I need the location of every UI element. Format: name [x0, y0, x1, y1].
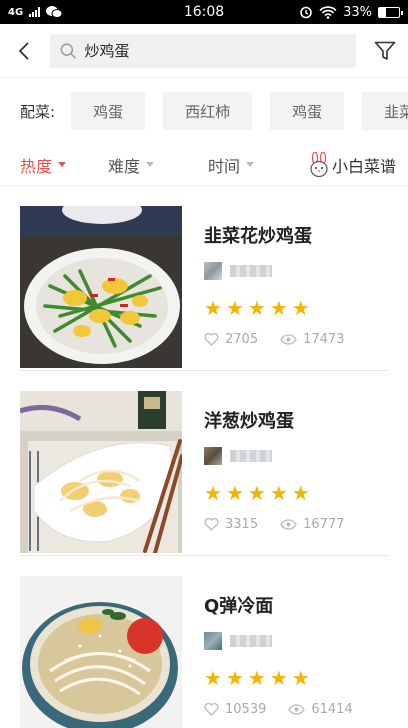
sort-time[interactable]: 时间 — [208, 153, 292, 177]
battery-icon — [378, 6, 403, 18]
battery-percent: 33% — [343, 4, 372, 20]
eye-icon — [280, 334, 297, 345]
search-icon — [60, 42, 77, 59]
recipe-author — [204, 262, 388, 280]
star-icon: ★ — [247, 666, 266, 690]
chat-icon — [46, 6, 63, 18]
star-icon: ★ — [225, 296, 244, 320]
rating-stars: ★ ★ ★ ★ ★ — [204, 668, 388, 688]
recipe-list: 韭菜花炒鸡蛋 ★ ★ ★ ★ ★ 2705 17473 洋葱炒鸡蛋 ★ ★ ★ … — [0, 186, 408, 728]
recipe-photo — [20, 391, 182, 553]
star-icon: ★ — [291, 666, 310, 690]
search-box[interactable] — [50, 33, 356, 68]
status-bar: 4G 16:08 33% — [0, 0, 408, 24]
star-icon: ★ — [269, 481, 288, 505]
view-count: 17473 — [303, 332, 345, 347]
sort-popularity[interactable]: 热度 — [20, 153, 108, 177]
signal-icon — [29, 7, 41, 17]
avatar — [204, 447, 222, 465]
wifi-icon — [319, 5, 337, 19]
rating-stars: ★ ★ ★ ★ ★ — [204, 298, 388, 318]
recipe-card[interactable]: 韭菜花炒鸡蛋 ★ ★ ★ ★ ★ 2705 17473 — [20, 186, 388, 371]
beginner-recipes-button[interactable]: 小白菜谱 — [308, 151, 396, 178]
recipe-photo — [20, 576, 182, 728]
recipe-stats: 10539 61414 — [204, 702, 388, 717]
recipe-title: 洋葱炒鸡蛋 — [204, 411, 294, 432]
author-name-blurred — [230, 635, 272, 647]
filter-icon — [374, 41, 396, 60]
sort-difficulty-label: 难度 — [108, 156, 141, 176]
star-icon: ★ — [247, 481, 266, 505]
like-count: 2705 — [225, 332, 259, 347]
star-icon: ★ — [204, 666, 222, 690]
star-icon: ★ — [269, 666, 288, 690]
recipe-stats: 3315 16777 — [204, 517, 388, 532]
heart-icon — [204, 703, 219, 716]
star-icon: ★ — [247, 296, 266, 320]
battery-level — [379, 7, 386, 17]
ingredient-chip[interactable]: 西红柿 — [163, 92, 253, 130]
network-type: 4G — [8, 6, 24, 18]
triangle-down-icon — [246, 162, 255, 167]
network-indicator: 4G — [8, 5, 63, 19]
star-icon: ★ — [225, 481, 244, 505]
author-name-blurred — [230, 450, 272, 462]
rabbit-icon — [310, 151, 328, 177]
view-count: 16777 — [303, 517, 345, 532]
heart-icon — [204, 518, 219, 531]
star-icon: ★ — [269, 296, 288, 320]
sort-popularity-label: 热度 — [20, 156, 53, 176]
author-name-blurred — [230, 265, 272, 277]
recipe-stats: 2705 17473 — [204, 332, 388, 347]
ingredient-chip[interactable]: 鸡蛋 — [270, 92, 345, 130]
back-button[interactable] — [10, 37, 38, 65]
chevron-left-icon — [18, 41, 29, 60]
recipe-card[interactable]: Q弹冷面 ★ ★ ★ ★ ★ 10539 61414 — [20, 556, 388, 728]
recipe-author — [204, 632, 388, 650]
ingredient-filter: 配菜: 鸡蛋 西红柿 鸡蛋 韭菜花 — [0, 78, 408, 144]
recipe-author — [204, 447, 388, 465]
recipe-card[interactable]: 洋葱炒鸡蛋 ★ ★ ★ ★ ★ 3315 16777 — [20, 371, 388, 556]
avatar — [204, 262, 222, 280]
sort-bar: 热度 难度 时间 小白菜谱 — [0, 144, 408, 186]
eye-icon — [288, 704, 306, 715]
star-icon: ★ — [291, 481, 310, 505]
filter-button[interactable] — [370, 36, 400, 66]
sort-time-label: 时间 — [208, 156, 241, 176]
ingredient-chip[interactable]: 鸡蛋 — [71, 92, 146, 130]
rating-stars: ★ ★ ★ ★ ★ — [204, 483, 388, 503]
star-icon: ★ — [225, 666, 244, 690]
like-count: 3315 — [225, 517, 259, 532]
star-icon: ★ — [291, 296, 310, 320]
sort-difficulty[interactable]: 难度 — [108, 153, 208, 177]
alarm-icon — [300, 6, 312, 19]
triangle-down-icon — [58, 162, 67, 167]
clock: 16:08 — [183, 4, 225, 20]
recipe-title: Q弹冷面 — [204, 596, 274, 617]
like-count: 10539 — [225, 702, 267, 717]
heart-icon — [204, 333, 219, 346]
search-input[interactable] — [84, 41, 346, 60]
star-icon: ★ — [204, 481, 222, 505]
view-count: 61414 — [311, 702, 353, 717]
triangle-down-icon — [146, 162, 155, 167]
search-header — [0, 24, 408, 78]
ingredient-chip[interactable]: 韭菜花 — [362, 92, 408, 130]
recipe-photo — [20, 206, 182, 368]
recipe-title: 韭菜花炒鸡蛋 — [204, 226, 312, 247]
avatar — [204, 632, 222, 650]
ingredient-label: 配菜: — [20, 102, 56, 121]
beginner-recipes-label: 小白菜谱 — [331, 156, 396, 176]
star-icon: ★ — [204, 296, 222, 320]
eye-icon — [280, 519, 297, 530]
